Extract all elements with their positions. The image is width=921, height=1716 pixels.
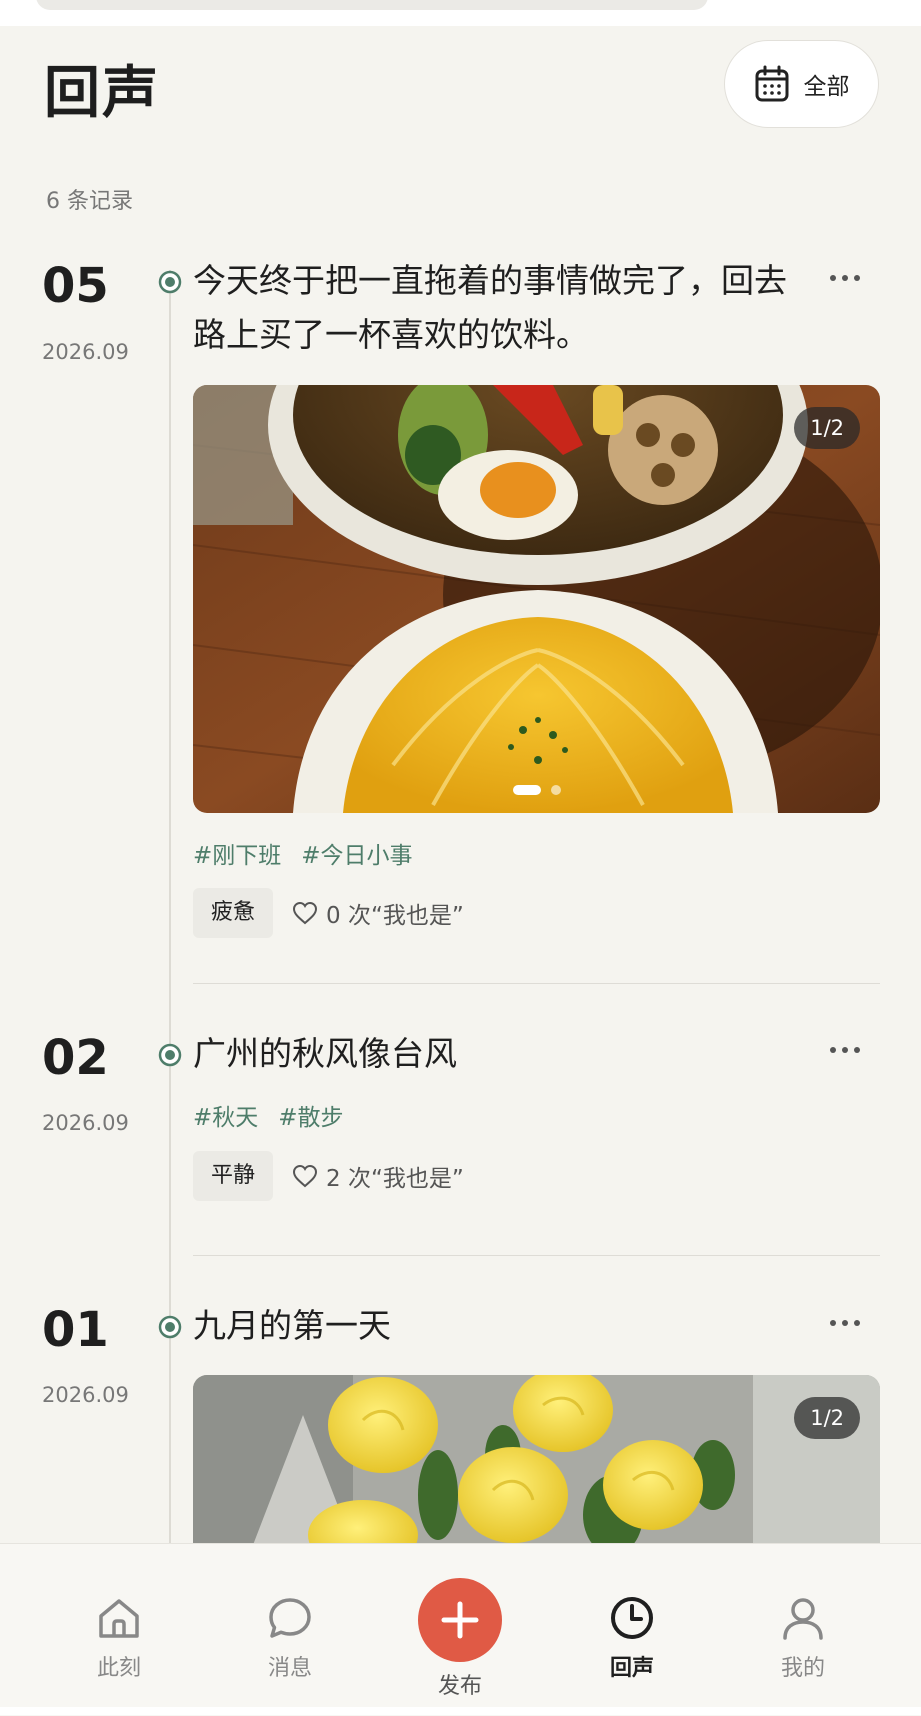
entry-divider bbox=[193, 983, 880, 984]
mood-badge: 平静 bbox=[193, 1151, 274, 1201]
flowers-photo bbox=[193, 1375, 880, 1545]
tag[interactable]: #今日小事 bbox=[301, 836, 412, 870]
home-icon bbox=[99, 1599, 139, 1638]
carousel-indicator bbox=[512, 785, 561, 795]
entry-text-line: 路上买了一杯喜欢的饮料。 bbox=[193, 315, 589, 354]
entry-text-line: 今天终于把一直拖着的事情做完了，回去 bbox=[193, 261, 787, 300]
mood-badge: 疲惫 bbox=[193, 888, 274, 938]
plus-icon bbox=[441, 1601, 479, 1639]
entry-year-month: 2026.09 bbox=[42, 340, 129, 364]
tag-list: #秋天 #散步 bbox=[193, 1098, 344, 1132]
nav-item-messages[interactable]: 消息 bbox=[235, 1594, 345, 1682]
me-too-button[interactable]: 0 次“我也是” bbox=[292, 888, 464, 938]
nav-label: 消息 bbox=[267, 1656, 312, 1681]
entry-divider bbox=[193, 1255, 880, 1256]
me-too-count: 2 次“我也是” bbox=[326, 1166, 464, 1192]
more-options-button[interactable] bbox=[830, 268, 870, 288]
nav-item-echo[interactable]: 回声 bbox=[577, 1594, 687, 1682]
entry-year-month: 2026.09 bbox=[42, 1111, 129, 1135]
record-count: 6 条记录 bbox=[46, 189, 133, 214]
more-options-button[interactable] bbox=[830, 1313, 870, 1333]
timeline-dot bbox=[158, 270, 182, 294]
nav-label: 回声 bbox=[609, 1656, 654, 1681]
timeline-dot bbox=[158, 1043, 182, 1067]
chat-bubble-icon bbox=[269, 1598, 311, 1638]
heart-icon bbox=[292, 1164, 318, 1188]
publish-button[interactable] bbox=[418, 1578, 502, 1662]
timeline-dot bbox=[158, 1315, 182, 1339]
tag[interactable]: #刚下班 bbox=[193, 836, 281, 870]
carousel-dot bbox=[550, 785, 561, 795]
clock-icon bbox=[611, 1597, 653, 1639]
nav-item-now[interactable]: 此刻 bbox=[64, 1594, 174, 1682]
entry-day: 05 bbox=[42, 258, 109, 314]
heart-icon bbox=[292, 901, 318, 925]
me-too-button[interactable]: 2 次“我也是” bbox=[292, 1151, 464, 1201]
filter-label: 全部 bbox=[803, 74, 850, 100]
user-icon bbox=[783, 1598, 823, 1640]
more-dot-icon bbox=[854, 275, 860, 281]
photo-counter-badge: 1/2 bbox=[794, 407, 860, 449]
system-gesture-bar bbox=[0, 1707, 921, 1715]
page-title: 回声 bbox=[44, 61, 160, 126]
date-filter-button[interactable]: 全部 bbox=[724, 40, 879, 128]
tag[interactable]: #秋天 bbox=[193, 1098, 258, 1132]
entry-day: 02 bbox=[42, 1030, 109, 1086]
timeline-line bbox=[169, 270, 171, 1545]
more-dot-icon bbox=[842, 275, 848, 281]
me-too-count: 0 次“我也是” bbox=[326, 903, 464, 929]
calendar-icon bbox=[755, 65, 788, 102]
more-dot-icon bbox=[830, 1320, 836, 1326]
entry-photo-carousel[interactable]: 1/2 bbox=[193, 1375, 880, 1545]
more-options-button[interactable] bbox=[830, 1040, 870, 1060]
bottom-navigation: 此刻 消息 发布 回声 我的 bbox=[0, 1543, 921, 1716]
entry-day: 01 bbox=[42, 1302, 109, 1358]
top-search-area bbox=[0, 0, 921, 26]
food-photo bbox=[193, 385, 880, 813]
tag[interactable]: #散步 bbox=[278, 1098, 343, 1132]
nav-label: 我的 bbox=[780, 1656, 825, 1681]
more-dot-icon bbox=[830, 275, 836, 281]
entry-text[interactable]: 今天终于把一直拖着的事情做完了，回去 路上买了一杯喜欢的饮料。 bbox=[193, 254, 787, 362]
nav-item-profile[interactable]: 我的 bbox=[748, 1594, 858, 1682]
photo-counter-badge: 1/2 bbox=[794, 1397, 860, 1439]
more-dot-icon bbox=[854, 1047, 860, 1053]
tag-list: #刚下班 #今日小事 bbox=[193, 836, 413, 870]
more-dot-icon bbox=[842, 1320, 848, 1326]
entry-text[interactable]: 九月的第一天 bbox=[193, 1299, 391, 1353]
more-dot-icon bbox=[830, 1047, 836, 1053]
entry-text[interactable]: 广州的秋风像台风 bbox=[193, 1027, 457, 1081]
nav-label: 此刻 bbox=[96, 1656, 141, 1681]
more-dot-icon bbox=[854, 1320, 860, 1326]
publish-label: 发布 bbox=[437, 1674, 482, 1699]
entry-year-month: 2026.09 bbox=[42, 1383, 129, 1407]
more-dot-icon bbox=[842, 1047, 848, 1053]
carousel-dot-active bbox=[512, 785, 541, 795]
search-bar[interactable] bbox=[36, 0, 708, 10]
entry-photo-carousel[interactable]: 1/2 bbox=[193, 385, 880, 813]
